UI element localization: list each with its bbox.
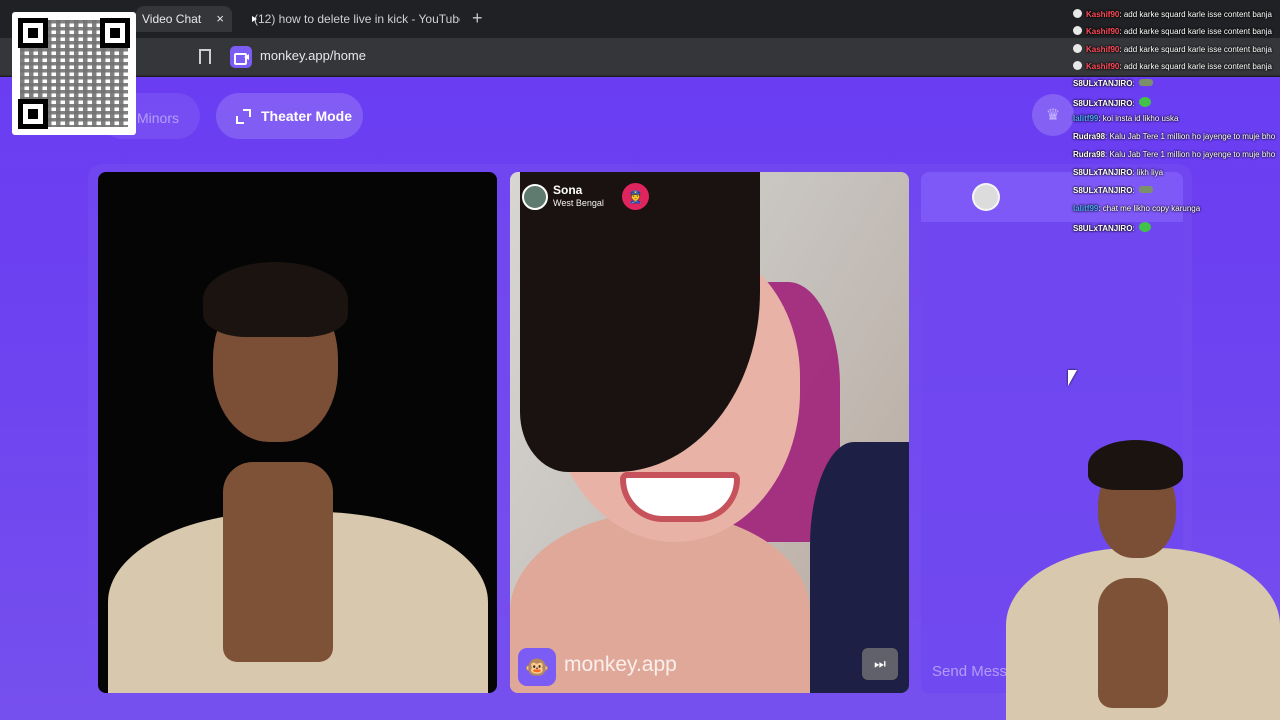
self-video — [98, 172, 497, 693]
stream-chat-username: S8ULxTANJIRO — [1073, 79, 1133, 88]
stream-chat-message: likh liya — [1136, 168, 1164, 177]
bookmark-icon[interactable] — [199, 49, 211, 68]
stream-chat-username: S8ULxTANJIRO — [1073, 186, 1133, 195]
stream-chat-line: lalitf99: koi insta id likho uska — [1073, 114, 1178, 123]
stream-chat-username: lalitf99 — [1073, 114, 1099, 123]
stream-chat-line: Kashif90: add karke squard karle isse co… — [1073, 9, 1272, 19]
stream-chat-line: Rudra98: Kalu Jab Tere 1 million ho jaye… — [1073, 132, 1275, 141]
stream-chat-username: Rudra98 — [1073, 132, 1106, 141]
expand-icon — [236, 108, 251, 124]
stream-chat-separator: : — [1132, 99, 1137, 108]
watermark-text: monkey.app — [564, 653, 677, 676]
stream-chat-username: S8ULxTANJIRO — [1073, 224, 1133, 233]
tab-video-chat-label: Video Chat — [142, 12, 202, 26]
stream-chat-line: Kashif90: add karke squard karle isse co… — [1073, 44, 1272, 54]
tab-youtube[interactable]: (12) how to delete live in kick - YouTub… — [240, 6, 460, 32]
stream-chat-username: lalitf99 — [1073, 204, 1099, 213]
stream-chat-line: Rudra98: Kalu Jab Tere 1 million ho jaye… — [1073, 150, 1275, 159]
stream-chat-line: Kashif90: add karke squard karle isse co… — [1073, 61, 1272, 71]
caller-avatar[interactable] — [522, 184, 548, 210]
theater-mode-label: Theater Mode — [261, 108, 353, 124]
stream-chat-message: Kalu Jab Tere 1 million ho jayenge to mu… — [1109, 132, 1276, 141]
new-tab-button[interactable]: + — [472, 8, 483, 29]
stream-chat-message: koi insta id likho uska — [1102, 114, 1179, 123]
stream-chat-username: S8ULxTANJIRO — [1073, 168, 1133, 177]
stream-chat-line: S8ULxTANJIRO: — [1073, 79, 1153, 88]
stream-chat-separator: : — [1132, 79, 1137, 88]
tab-video-chat[interactable]: Video Chat × — [136, 6, 232, 32]
chat-header-avatar[interactable] — [972, 183, 1000, 211]
stream-chat-message: Kalu Jab Tere 1 million ho jayenge to mu… — [1109, 150, 1276, 159]
qr-finder-top-left — [18, 18, 48, 48]
stream-chat-message: add karke squard karle isse content banj… — [1123, 62, 1272, 71]
police-icon[interactable]: 👮 — [622, 183, 649, 210]
badge-icon — [1073, 44, 1082, 53]
stream-chat-line: Kashif90: add karke squard karle isse co… — [1073, 26, 1272, 36]
stream-chat-line: S8ULxTANJIRO: likh liya — [1073, 168, 1163, 177]
skip-next-icon[interactable]: ⏭ — [862, 648, 898, 680]
stream-chat-line: S8ULxTANJIRO: — [1073, 222, 1151, 233]
self-hands — [223, 462, 333, 662]
stream-chat-line: lalitf99: chat me likho copy karunga — [1073, 204, 1200, 213]
stream-chat-line: S8ULxTANJIRO: — [1073, 186, 1153, 195]
remote-video: Sona West Bengal 👮 🐵 monkey.app ⏭ — [510, 172, 909, 693]
badge-icon — [1073, 26, 1082, 35]
crown-icon[interactable]: ♛ — [1032, 94, 1074, 136]
tab-close-icon[interactable]: × — [216, 11, 224, 26]
stream-chat-line: S8ULxTANJIRO: — [1073, 97, 1151, 108]
stream-chat-username: Kashif90 — [1086, 27, 1120, 36]
caller-location: West Bengal — [553, 198, 604, 208]
stream-chat-username: S8ULxTANJIRO — [1073, 99, 1133, 108]
site-video-icon — [230, 46, 252, 68]
stream-chat-username: Rudra98 — [1073, 150, 1106, 159]
emote-icon — [1138, 79, 1153, 86]
webcam-hair — [1088, 440, 1183, 490]
qr-finder-top-right — [100, 18, 130, 48]
stream-chat-separator: : — [1132, 224, 1137, 233]
mouse-cursor — [1068, 370, 1077, 386]
theater-mode-button[interactable]: Theater Mode — [216, 93, 363, 139]
emote-icon — [1138, 222, 1151, 232]
stream-chat-message: add karke squard karle isse content banj… — [1123, 45, 1272, 54]
minors-label: Minors — [137, 110, 180, 126]
address-bar-url[interactable]: monkey.app/home — [260, 48, 366, 63]
stream-chat-username: Kashif90 — [1086, 45, 1120, 54]
emote-icon — [1138, 186, 1153, 193]
badge-icon — [1073, 9, 1082, 18]
stream-chat-username: Kashif90 — [1086, 62, 1120, 71]
emote-icon — [1138, 97, 1151, 107]
qr-finder-bottom-left — [18, 99, 48, 129]
tab-youtube-label: (12) how to delete live in kick - YouTub… — [254, 12, 460, 26]
stream-chat-message: chat me likho copy karunga — [1102, 204, 1201, 213]
self-hair — [203, 262, 348, 337]
stream-chat-username: Kashif90 — [1086, 10, 1120, 19]
stream-chat-message: add karke squard karle isse content banj… — [1123, 10, 1272, 19]
badge-icon — [1073, 61, 1082, 70]
monkey-logo-icon: 🐵 — [518, 648, 556, 686]
streamer-webcam — [998, 438, 1280, 720]
caller-name: Sona — [553, 183, 583, 197]
webcam-hands — [1098, 578, 1168, 708]
stream-chat-message: add karke squard karle isse content banj… — [1123, 27, 1272, 36]
stream-chat-overlay: Kashif90: add karke squard karle isse co… — [1073, 0, 1280, 240]
stream-chat-separator: : — [1132, 186, 1137, 195]
qr-code — [12, 12, 136, 135]
